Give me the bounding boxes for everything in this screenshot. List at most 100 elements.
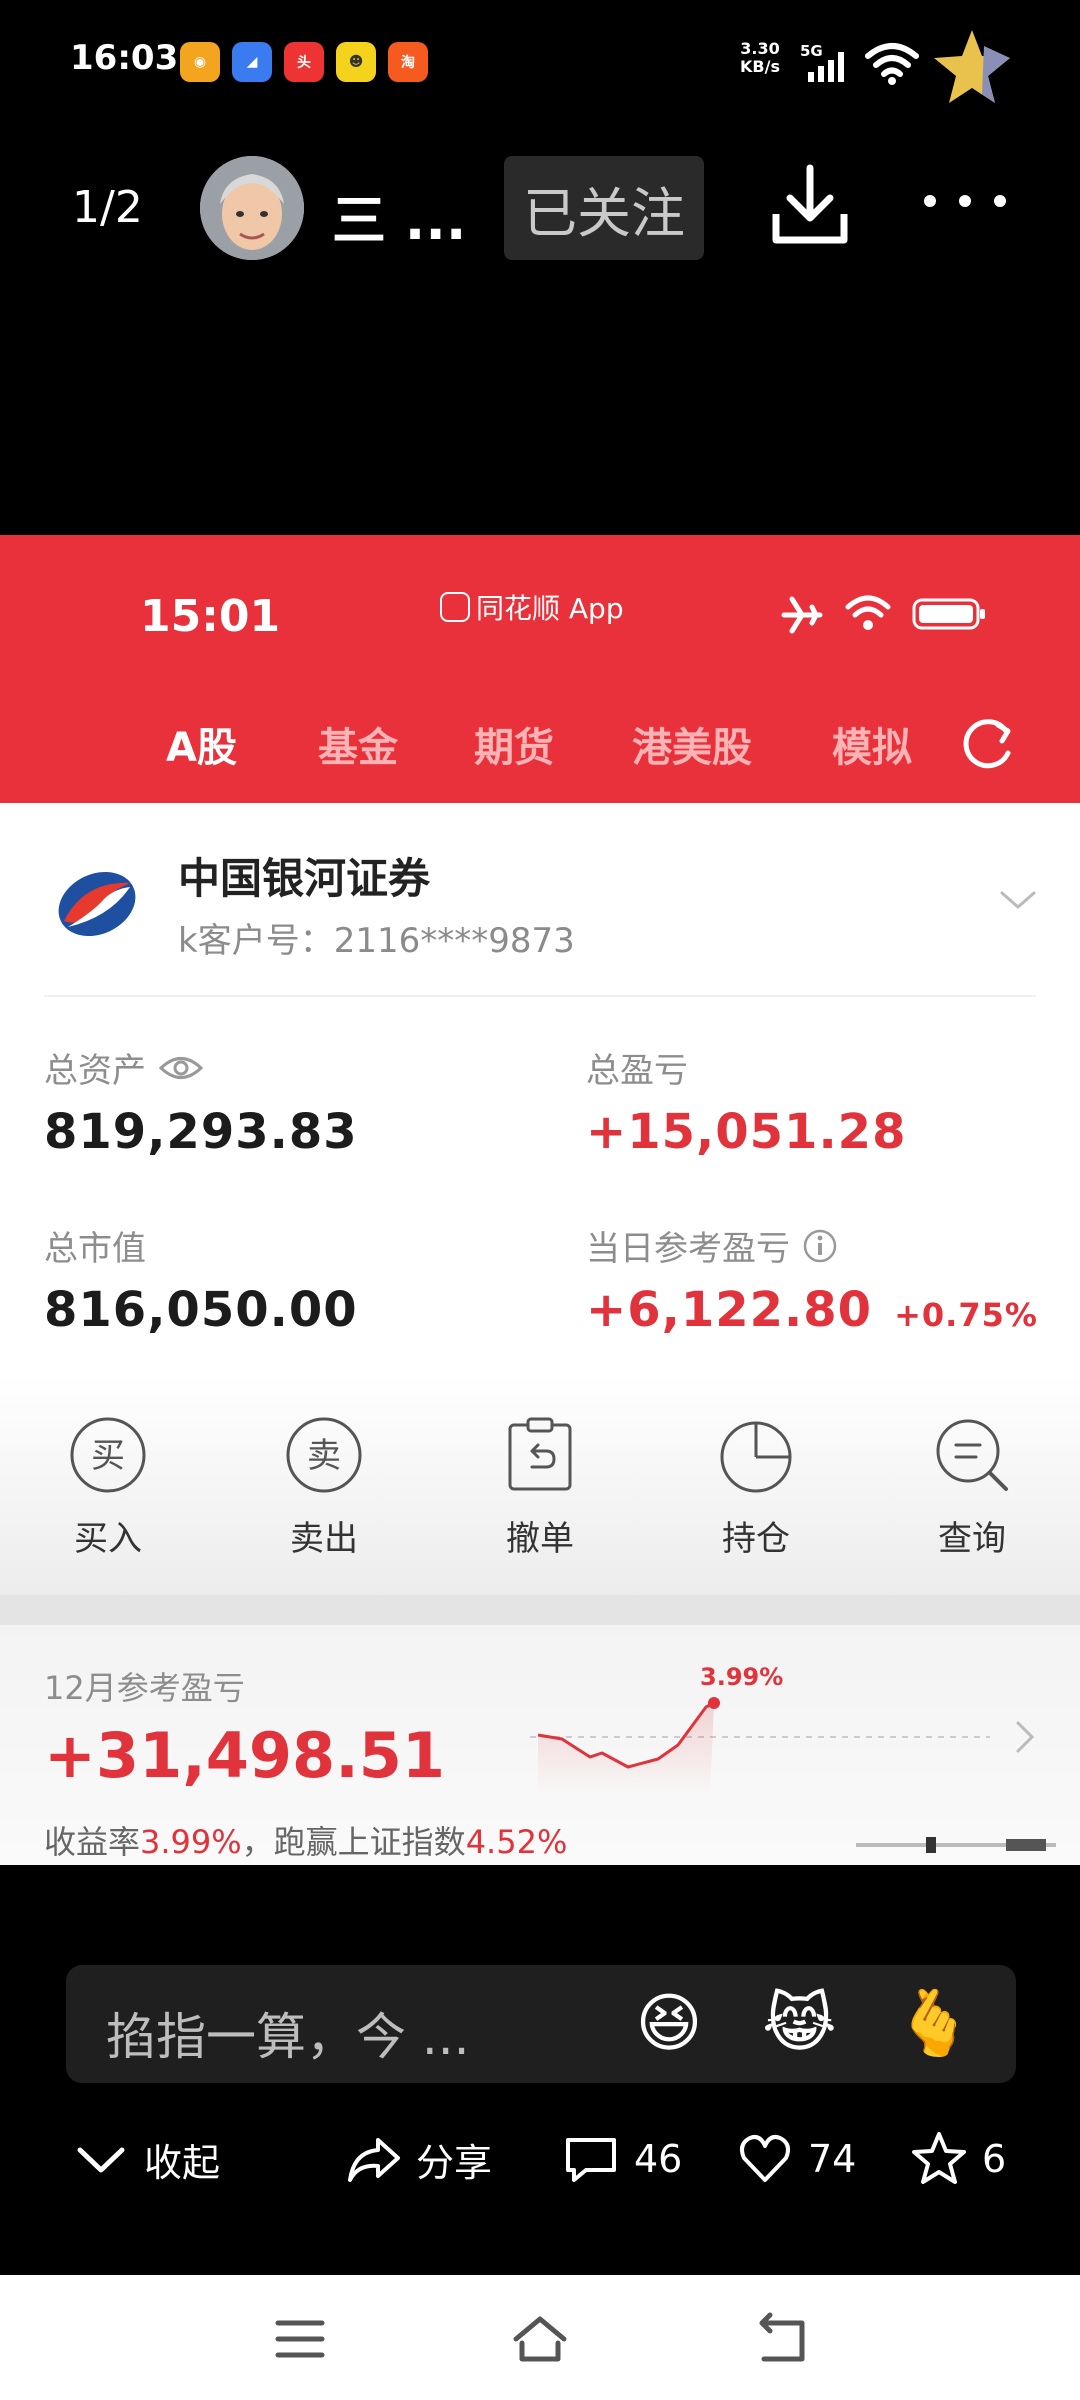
- cancel-order-icon: [508, 1417, 572, 1491]
- battery-icon: [912, 598, 985, 630]
- total-assets-value: 819,293.83: [44, 1104, 358, 1160]
- buy-button[interactable]: 买 买入: [48, 1415, 168, 1560]
- tab-hk-us-stocks[interactable]: 港美股: [632, 715, 752, 773]
- inner-header: 15:01 同花顺 App A股 基金 期货 港美股 模拟: [0, 535, 1080, 803]
- app-blue-icon: ◢: [232, 42, 272, 82]
- more-icon[interactable]: [920, 186, 1010, 216]
- system-nav-bar: [0, 2275, 1080, 2400]
- tab-funds[interactable]: 基金: [318, 715, 398, 773]
- post-header: 1/2 三 ... 已关注: [0, 150, 1080, 270]
- finger-heart-emoji-icon[interactable]: 🫰: [894, 1987, 974, 2061]
- crying-laughing-emoji-icon[interactable]: 😹: [762, 1987, 837, 2061]
- daily-pnl-percent: +0.75%: [894, 1296, 1038, 1334]
- signal-icon: 5G: [800, 42, 844, 82]
- total-assets-label: 总资产: [44, 1051, 146, 1091]
- inner-app-name-text: 同花顺 App: [476, 592, 624, 625]
- back-icon[interactable]: [754, 2311, 810, 2367]
- tab-simulation[interactable]: 模拟: [832, 715, 912, 773]
- collapse-label: 收起: [144, 2140, 221, 2185]
- like-button[interactable]: 74: [736, 2130, 856, 2188]
- section-separator: [0, 1595, 1080, 1625]
- position-button[interactable]: 持仓: [696, 1415, 816, 1560]
- cancel-order-button[interactable]: 撤单: [480, 1415, 600, 1560]
- sell-icon: 卖: [286, 1417, 362, 1493]
- galaxy-securities-logo-icon: [58, 871, 136, 937]
- likes-count: 74: [808, 2137, 857, 2181]
- total-assets: 总资产 819,293.83: [44, 1043, 358, 1160]
- refresh-icon[interactable]: [958, 713, 1018, 773]
- share-button[interactable]: 分享: [344, 2130, 492, 2188]
- tab-a-shares[interactable]: A股: [166, 715, 237, 773]
- total-pnl-value: +15,051.28: [586, 1104, 907, 1160]
- avatar-face-icon: [200, 156, 304, 260]
- net-speed-value: 3.30: [740, 39, 780, 58]
- favorites-count: 6: [982, 2137, 1007, 2181]
- network-type: 5G: [800, 42, 823, 60]
- chevron-right-icon[interactable]: [1014, 1717, 1038, 1757]
- home-icon[interactable]: [512, 2311, 568, 2367]
- page-indicator: 1/2: [72, 182, 143, 233]
- sell-icon-glyph: 卖: [307, 1436, 341, 1476]
- comment-input[interactable]: 掐指一算，今 ... 😆 😹 🫰: [66, 1965, 1016, 2083]
- heart-icon: [740, 2135, 790, 2182]
- beat-index-value: 4.52%: [465, 1823, 568, 1861]
- daily-pnl-value: +6,122.80: [586, 1282, 873, 1338]
- collapse-button[interactable]: 收起: [72, 2130, 220, 2188]
- daily-pnl-value-row: +6,122.80 +0.75%: [586, 1282, 1038, 1338]
- app-yellow-icon: ☻: [336, 42, 376, 82]
- net-speed-unit: KB/s: [740, 57, 780, 76]
- return-rate-value: 3.99%: [140, 1823, 242, 1861]
- star-icon: [912, 2132, 966, 2184]
- sparkline-endpoint: [708, 1697, 720, 1709]
- share-icon: [348, 2138, 400, 2182]
- avatar[interactable]: [200, 156, 304, 260]
- sell-button[interactable]: 卖 卖出: [264, 1415, 384, 1560]
- taobao-icon: 淘: [388, 42, 428, 82]
- inner-wifi-icon: [845, 595, 891, 630]
- info-icon[interactable]: [802, 1228, 838, 1264]
- menu-icon[interactable]: [272, 2311, 328, 2367]
- following-button[interactable]: 已关注: [504, 156, 704, 260]
- chevron-down-icon: [77, 2147, 125, 2173]
- wifi-icon: [865, 43, 919, 85]
- comments-count: 46: [634, 2137, 683, 2181]
- query-icon: [936, 1419, 1008, 1491]
- query-button[interactable]: 查询: [912, 1415, 1032, 1560]
- sparkline-label: 3.99%: [700, 1663, 783, 1691]
- embedded-screenshot[interactable]: 15:01 同花顺 App A股 基金 期货 港美股 模拟 中国银河证券 k客户…: [0, 535, 1080, 1865]
- monthly-pnl-label: 12月参考盈亏: [44, 1669, 245, 1707]
- tab-futures[interactable]: 期货: [474, 715, 554, 773]
- buy-icon-glyph: 买: [91, 1436, 125, 1476]
- sell-label: 卖出: [290, 1519, 358, 1559]
- inner-app-name: 同花顺 App: [440, 587, 624, 627]
- broker-name: 中国银河证券: [178, 854, 431, 903]
- market-value: 总市值 816,050.00: [44, 1221, 358, 1338]
- download-icon[interactable]: [770, 160, 850, 250]
- net-speed: 3.30 KB/s: [740, 40, 780, 76]
- return-rate-label: 收益率: [44, 1823, 141, 1861]
- share-label: 分享: [416, 2140, 493, 2185]
- laughing-emoji-icon[interactable]: 😆: [632, 1987, 706, 2061]
- chevron-down-icon[interactable]: [996, 885, 1040, 915]
- broker-account[interactable]: 中国银河证券 k客户号：2116****9873: [0, 803, 1080, 993]
- query-label: 查询: [938, 1519, 1006, 1559]
- market-value-value: 816,050.00: [44, 1282, 358, 1338]
- eye-icon[interactable]: [158, 1053, 204, 1083]
- username[interactable]: 三 ...: [332, 176, 466, 255]
- post-action-bar: 收起 分享 46 74 6: [0, 2120, 1080, 2210]
- comments-button[interactable]: 46: [562, 2130, 682, 2188]
- position-label: 持仓: [722, 1519, 790, 1559]
- star-badge-icon[interactable]: [932, 26, 1012, 106]
- comment-icon: [566, 2138, 616, 2182]
- airplane-icon: [781, 596, 823, 634]
- daily-pnl: 当日参考盈亏 +6,122.80 +0.75%: [586, 1221, 1038, 1338]
- weibo-icon: ◉: [180, 42, 220, 82]
- account-number: k客户号：2116****9873: [178, 921, 575, 961]
- favorite-button[interactable]: 6: [910, 2130, 1006, 2188]
- buy-icon: 买: [70, 1417, 146, 1493]
- monthly-sparkline: 3.99%: [530, 1663, 990, 1795]
- daily-pnl-label: 当日参考盈亏: [586, 1229, 790, 1269]
- total-pnl: 总盈亏 +15,051.28: [586, 1043, 906, 1160]
- monthly-pnl-value: +31,498.51: [44, 1719, 446, 1792]
- monthly-pnl-card[interactable]: 12月参考盈亏 +31,498.51 收益率3.99%，跑赢上证指数4.52% …: [0, 1625, 1080, 1865]
